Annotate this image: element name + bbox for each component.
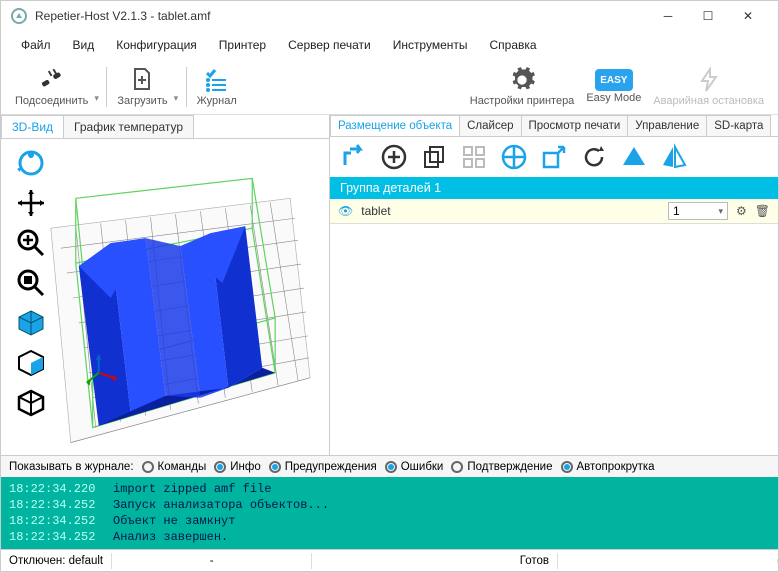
close-button[interactable]: ✕: [728, 2, 768, 30]
tab-object-placement[interactable]: Размещение объекта: [330, 115, 460, 136]
tab-sd-card[interactable]: SD-карта: [706, 115, 771, 136]
export-button[interactable]: [338, 141, 370, 173]
menubar: Файл Вид Конфигурация Принтер Сервер печ…: [1, 31, 778, 59]
object-quantity-stepper[interactable]: 1▾: [668, 202, 728, 220]
object-row[interactable]: 👁 tablet 1▾ ⚙ 🗑: [330, 199, 778, 224]
mirror-object-button[interactable]: [658, 141, 690, 173]
statusbar: Отключен: default - Готов: [1, 549, 778, 571]
status-progress: [558, 559, 778, 563]
log-panel[interactable]: 18:22:34.220import zipped amf file 18:22…: [1, 477, 778, 549]
filter-info[interactable]: Инфо: [214, 461, 260, 473]
right-panel: Размещение объекта Слайсер Просмотр печа…: [330, 115, 778, 455]
printer-settings-button[interactable]: Настройки принтера: [464, 64, 581, 109]
view-solid-button[interactable]: [618, 141, 650, 173]
front-view-button[interactable]: [13, 345, 49, 381]
iso-view-button[interactable]: [13, 305, 49, 341]
menu-help[interactable]: Справка: [480, 34, 547, 56]
log-line: 18:22:34.252Объект не замкнут: [1, 513, 778, 529]
easy-mode-label: Easy Mode: [586, 92, 641, 104]
group-header: Группа деталей 1: [330, 177, 778, 199]
left-tabs: 3D-Вид График температур: [1, 115, 329, 139]
3d-preview-scene: [1, 139, 329, 455]
status-dash: -: [112, 553, 312, 569]
filter-commands[interactable]: Команды: [142, 461, 207, 473]
maximize-button[interactable]: ☐: [688, 2, 728, 30]
chevron-down-icon[interactable]: ▾: [718, 206, 723, 217]
emergency-stop-label: Аварийная остановка: [653, 95, 764, 107]
trash-icon[interactable]: 🗑: [755, 204, 770, 218]
gear-icon: [508, 66, 536, 94]
status-ready: Готов: [512, 553, 558, 569]
app-icon: [11, 8, 27, 24]
fit-view-button[interactable]: [13, 265, 49, 301]
gear-icon[interactable]: ⚙: [736, 204, 747, 218]
connect-label: Подсоединить: [15, 95, 88, 107]
eye-icon[interactable]: 👁: [338, 204, 353, 218]
rotate-object-button[interactable]: [578, 141, 610, 173]
scale-object-button[interactable]: [538, 141, 570, 173]
filter-errors[interactable]: Ошибки: [385, 461, 444, 473]
right-tabs: Размещение объекта Слайсер Просмотр печа…: [330, 115, 778, 137]
3d-canvas[interactable]: [1, 139, 329, 455]
log-line: 18:22:34.252Анализ завершен.: [1, 529, 778, 545]
tab-print-preview[interactable]: Просмотр печати: [521, 115, 629, 136]
printer-settings-label: Настройки принтера: [470, 95, 575, 107]
menu-file[interactable]: Файл: [11, 34, 61, 56]
work-area: 3D-Вид График температур: [1, 115, 778, 455]
object-toolbar: [330, 137, 778, 177]
parallel-view-button[interactable]: [13, 385, 49, 421]
center-object-button[interactable]: [498, 141, 530, 173]
log-filter: Показывать в журнале: Команды Инфо Преду…: [1, 455, 778, 477]
connect-dropdown-icon[interactable]: ▾: [94, 93, 102, 104]
separator: [106, 67, 107, 107]
filter-autoscroll[interactable]: Автопрокрутка: [561, 461, 655, 473]
emergency-stop-button[interactable]: Аварийная остановка: [647, 64, 770, 109]
object-quantity-value: 1: [673, 204, 680, 218]
load-label: Загрузить: [117, 95, 167, 107]
zoom-view-button[interactable]: [13, 225, 49, 261]
status-connection: Отключен: default: [1, 553, 112, 569]
separator: [186, 67, 187, 107]
menu-view[interactable]: Вид: [63, 34, 105, 56]
load-button[interactable]: Загрузить: [111, 64, 173, 109]
log-button[interactable]: Журнал: [191, 64, 243, 109]
plug-icon: [38, 66, 66, 94]
filter-ack[interactable]: Подтверждение: [451, 461, 552, 473]
easy-mode-button[interactable]: EASY Easy Mode: [580, 67, 647, 106]
3d-view-tools: [13, 145, 47, 421]
menu-tools[interactable]: Инструменты: [383, 34, 478, 56]
menu-printer[interactable]: Принтер: [209, 34, 276, 56]
log-filter-label: Показывать в журнале:: [9, 461, 134, 473]
log-label: Журнал: [197, 95, 237, 107]
load-dropdown-icon[interactable]: ▾: [174, 93, 182, 104]
rotate-view-button[interactable]: [13, 145, 49, 181]
add-object-button[interactable]: [378, 141, 410, 173]
window-title: Repetier-Host V2.1.3 - tablet.amf: [35, 9, 648, 23]
menu-printserver[interactable]: Сервер печати: [278, 34, 381, 56]
tab-control[interactable]: Управление: [627, 115, 707, 136]
file-add-icon: [128, 66, 156, 94]
minimize-button[interactable]: ─: [648, 2, 688, 30]
tab-temperature-graph[interactable]: График температур: [63, 115, 194, 138]
object-name: tablet: [361, 204, 660, 218]
copy-object-button[interactable]: [418, 141, 450, 173]
easy-badge-icon: EASY: [595, 69, 633, 91]
move-view-button[interactable]: [13, 185, 49, 221]
autoposition-button[interactable]: [458, 141, 490, 173]
filter-warnings[interactable]: Предупреждения: [269, 461, 377, 473]
titlebar: Repetier-Host V2.1.3 - tablet.amf ─ ☐ ✕: [1, 1, 778, 31]
log-line: 18:22:34.252Запуск анализатора объектов.…: [1, 497, 778, 513]
bolt-icon: [695, 66, 723, 94]
tab-3d-view[interactable]: 3D-Вид: [1, 115, 64, 138]
toolbar: Подсоединить ▾ Загрузить ▾ Журнал Настро…: [1, 59, 778, 115]
left-panel: 3D-Вид График температур: [1, 115, 330, 455]
checklist-icon: [203, 66, 231, 94]
log-line: 18:22:34.220import zipped amf file: [1, 481, 778, 497]
connect-button[interactable]: Подсоединить: [9, 64, 94, 109]
tab-slicer[interactable]: Слайсер: [459, 115, 521, 136]
menu-config[interactable]: Конфигурация: [106, 34, 207, 56]
